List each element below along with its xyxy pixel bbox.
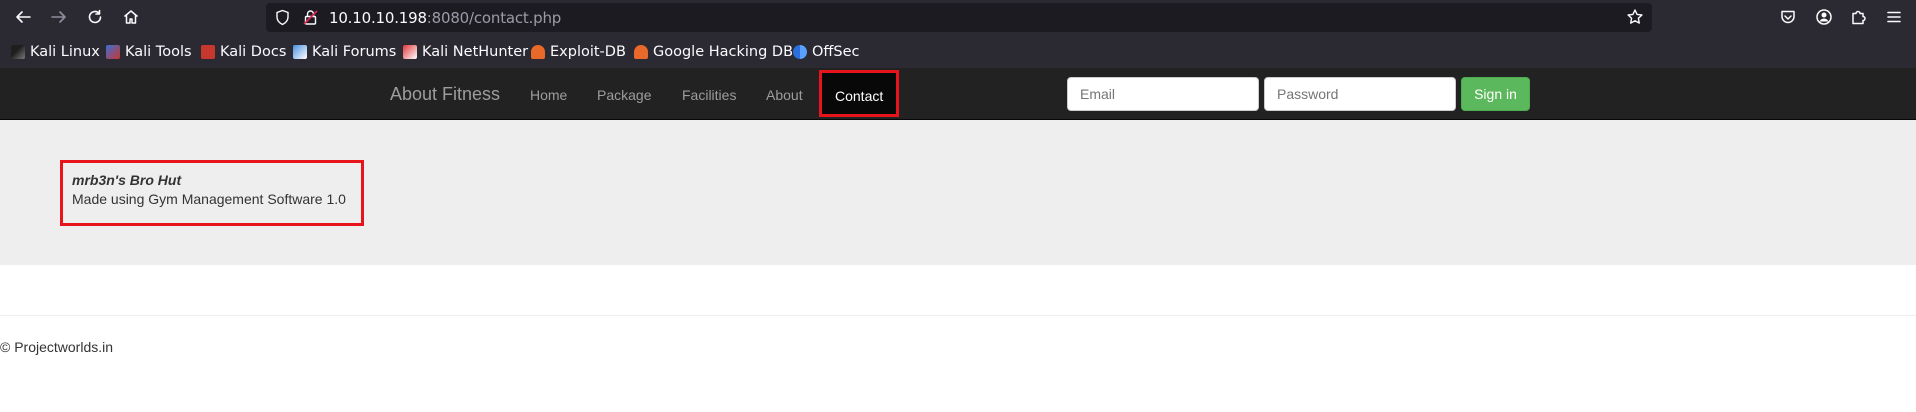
nav-link-about[interactable]: About (766, 87, 803, 103)
site-title: mrb3n's Bro Hut (72, 172, 182, 188)
bookmark-kali-tools[interactable]: Kali Tools (106, 43, 192, 61)
nav-link-facilities[interactable]: Facilities (682, 87, 736, 103)
nav-link-package[interactable]: Package (597, 87, 651, 103)
account-icon (1816, 9, 1832, 25)
browser-chrome: 10.10.10.198:8080/contact.php Kali Linux… (0, 0, 1916, 68)
bookmark-label: Kali Forums (312, 44, 397, 60)
bookmark-kali-linux[interactable]: Kali Linux (11, 43, 100, 61)
kali-forums-icon (293, 45, 307, 59)
bookmark-kali-docs[interactable]: Kali Docs (201, 43, 286, 61)
reload-button[interactable] (81, 3, 109, 31)
bookmark-label: OffSec (812, 44, 860, 60)
sign-in-button[interactable]: Sign in (1461, 77, 1530, 111)
email-input[interactable] (1067, 77, 1259, 111)
bookmark-kali-nethunter[interactable]: Kali NetHunter (403, 43, 528, 61)
nav-link-home[interactable]: Home (530, 87, 567, 103)
url-text[interactable]: 10.10.10.198:8080/contact.php (329, 9, 561, 27)
software-version-text: Made using Gym Management Software 1.0 (72, 191, 346, 207)
kali-tools-icon (106, 45, 120, 59)
nav-link-contact-active[interactable]: Contact (819, 70, 899, 117)
bookmark-label: Kali Tools (125, 44, 192, 60)
jumbotron: mrb3n's Bro Hut Made using Gym Managemen… (0, 120, 1916, 265)
exploit-db-icon (531, 45, 545, 59)
pocket-button[interactable] (1777, 6, 1799, 28)
nav-link-contact-label: Contact (835, 88, 884, 104)
toolbar: 10.10.10.198:8080/contact.php (0, 0, 1916, 34)
extensions-button[interactable] (1848, 6, 1870, 28)
menu-button[interactable] (1883, 6, 1905, 28)
url-host: 10.10.10.198 (329, 9, 427, 27)
insecure-lock-icon[interactable] (302, 9, 319, 26)
bookmarks-toolbar: Kali Linux Kali Tools Kali Docs Kali For… (0, 40, 1916, 64)
site-navbar: About Fitness Home Package Facilities Ab… (0, 68, 1916, 120)
footer-divider (0, 315, 1916, 316)
bookmark-star-icon[interactable] (1626, 8, 1644, 26)
account-button[interactable] (1813, 6, 1835, 28)
hamburger-menu-icon (1887, 11, 1901, 23)
back-arrow-icon (16, 11, 31, 23)
bookmark-kali-forums[interactable]: Kali Forums (293, 43, 396, 61)
home-button[interactable] (117, 3, 145, 31)
highlighted-site-info: mrb3n's Bro Hut Made using Gym Managemen… (60, 160, 364, 226)
bookmark-label: Kali Docs (220, 44, 287, 60)
bookmark-label: Kali Linux (30, 44, 100, 60)
password-input[interactable] (1264, 77, 1456, 111)
puzzle-icon (1852, 10, 1866, 25)
url-path: :8080/contact.php (426, 9, 562, 27)
back-button[interactable] (9, 3, 37, 31)
shield-icon[interactable] (274, 9, 291, 26)
address-bar[interactable]: 10.10.10.198:8080/contact.php (266, 3, 1652, 32)
bookmark-google-hacking-db[interactable]: Google Hacking DB (634, 43, 793, 61)
navbar-brand[interactable]: About Fitness (390, 84, 500, 105)
footer-copyright: © Projectworlds.in (0, 339, 114, 355)
forward-arrow-icon (51, 11, 66, 23)
home-icon (124, 10, 138, 24)
offsec-icon (793, 45, 807, 59)
forward-button[interactable] (45, 3, 73, 31)
google-hacking-db-icon (634, 45, 648, 59)
kali-dragon-icon (11, 45, 25, 59)
kali-nethunter-icon (403, 45, 417, 59)
pocket-icon (1781, 10, 1795, 24)
bookmark-label: Kali NetHunter (422, 44, 529, 60)
kali-docs-icon (201, 45, 215, 59)
bookmark-offsec[interactable]: OffSec (793, 43, 860, 61)
bookmark-label: Exploit-DB (550, 44, 626, 60)
bookmark-label: Google Hacking DB (653, 44, 794, 60)
bookmark-exploit-db[interactable]: Exploit-DB (531, 43, 626, 61)
reload-icon (88, 9, 102, 24)
